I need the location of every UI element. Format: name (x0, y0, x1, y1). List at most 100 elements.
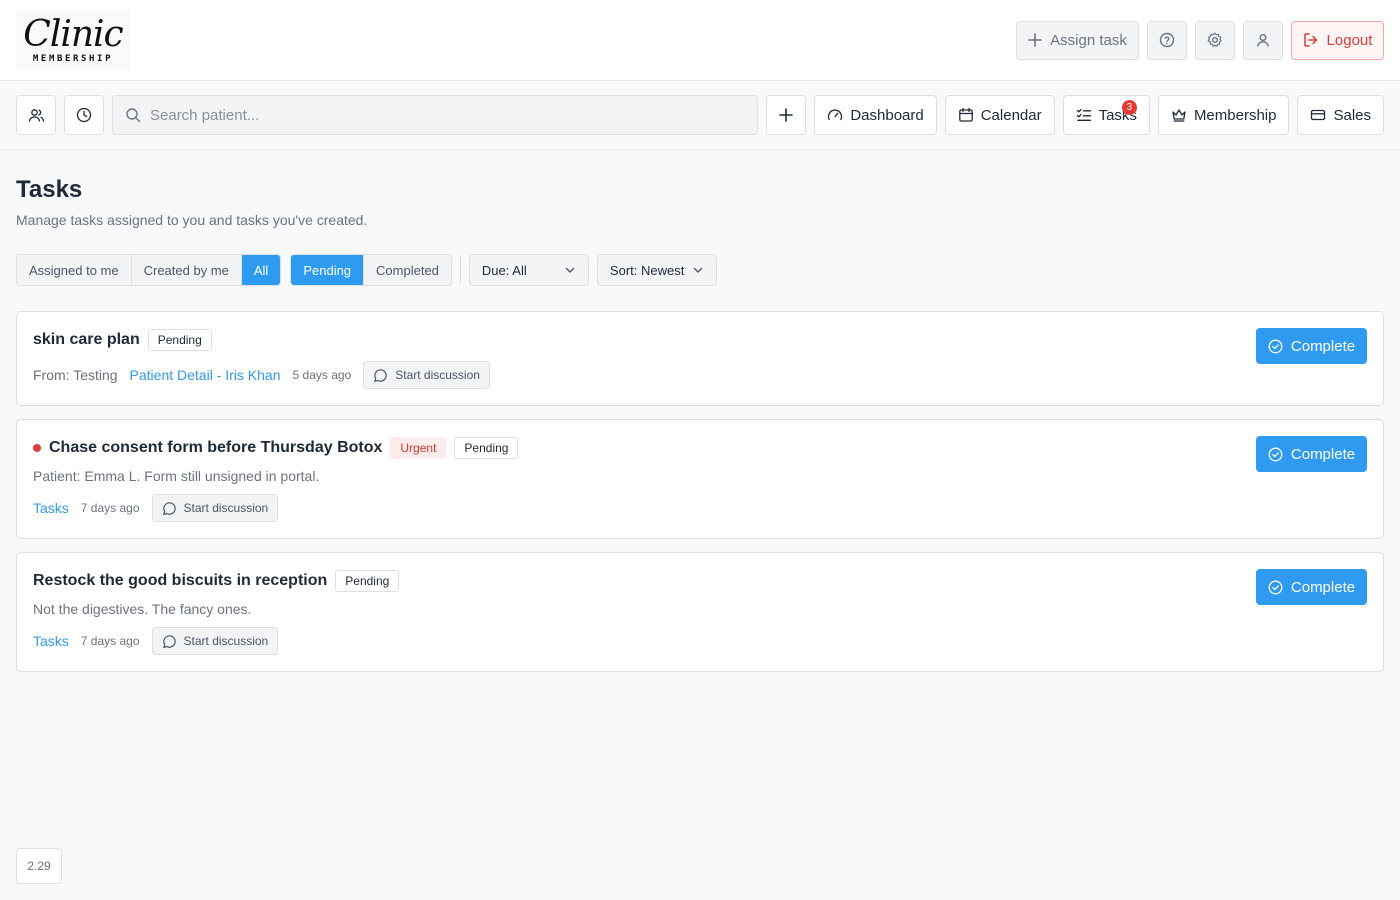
nav-sales-label: Sales (1333, 106, 1371, 124)
filter-completed[interactable]: Completed (364, 255, 451, 285)
task-meta: From: Testing Patient Detail - Iris Khan… (33, 361, 1367, 389)
urgent-dot (33, 444, 41, 452)
task-meta: Tasks 7 days ago Start discussion (33, 627, 1367, 655)
task-from: From: Testing (33, 367, 118, 383)
task-card: Chase consent form before Thursday Botox… (16, 419, 1384, 539)
main-toolbar: Dashboard Calendar Tasks 3 Membership Sa… (0, 81, 1400, 150)
check-circle-icon (1268, 339, 1283, 354)
task-list: skin care plan Pending From: Testing Pat… (16, 311, 1384, 672)
tasks-count-badge: 3 (1121, 100, 1137, 115)
check-circle-icon (1268, 580, 1283, 595)
chevron-down-icon (692, 264, 704, 276)
status-badge: Pending (335, 570, 400, 592)
nav-calendar-label: Calendar (980, 106, 1042, 124)
page-title: Tasks (16, 176, 83, 203)
add-button[interactable] (766, 95, 807, 135)
history-button[interactable] (64, 95, 104, 135)
task-title-row: skin care plan Pending (33, 329, 1367, 351)
logout-icon (1303, 32, 1319, 48)
clinic-logo[interactable]: Clinic MEMBERSHIP (16, 9, 130, 71)
nav-dashboard[interactable]: Dashboard (814, 95, 937, 135)
patients-button[interactable] (16, 95, 56, 135)
nav-calendar[interactable]: Calendar (944, 95, 1055, 135)
start-discussion-label: Start discussion (395, 368, 480, 382)
task-source-link[interactable]: Tasks (33, 500, 69, 516)
scope-filter: Assigned to me Created by me All (16, 254, 282, 286)
task-source-link[interactable]: Tasks (33, 633, 69, 649)
complete-label: Complete (1290, 445, 1356, 463)
sort-dropdown-label: Sort: Newest (609, 262, 685, 278)
start-discussion-button[interactable]: Start discussion (151, 627, 279, 655)
settings-button[interactable] (1195, 20, 1235, 60)
due-dropdown-label: Due: All (481, 262, 527, 278)
sort-dropdown[interactable]: Sort: Newest (596, 254, 717, 286)
filter-pending[interactable]: Pending (291, 255, 365, 285)
credit-card-icon (1310, 107, 1326, 123)
logo-subtitle: MEMBERSHIP (32, 54, 114, 64)
calendar-icon (958, 107, 974, 123)
help-button[interactable] (1147, 20, 1187, 60)
task-age: 7 days ago (80, 634, 140, 648)
start-discussion-label: Start discussion (183, 634, 269, 648)
task-filters: Assigned to me Created by me All Pending… (16, 254, 1384, 286)
task-meta: Tasks 7 days ago Start discussion (33, 494, 1367, 522)
status-badge: Pending (147, 329, 212, 351)
user-icon (1255, 32, 1271, 48)
complete-button[interactable]: Complete (1256, 436, 1367, 472)
assign-task-button[interactable]: Assign task (1016, 20, 1139, 60)
patient-search[interactable] (112, 95, 759, 135)
complete-label: Complete (1290, 337, 1356, 355)
task-title-row: Restock the good biscuits in reception P… (33, 570, 1367, 592)
plus-icon (779, 108, 794, 122)
check-circle-icon (1268, 447, 1283, 462)
help-icon (1159, 32, 1175, 48)
nav-membership[interactable]: Membership (1157, 95, 1290, 135)
start-discussion-button[interactable]: Start discussion (151, 494, 279, 522)
task-description: Patient: Emma L. Form still unsigned in … (33, 468, 320, 484)
nav-membership-label: Membership (1193, 106, 1277, 124)
nav-sales[interactable]: Sales (1297, 95, 1384, 135)
plus-icon (1028, 33, 1042, 47)
assign-task-label: Assign task (1050, 31, 1127, 49)
task-title: skin care plan (33, 331, 140, 348)
task-title: Chase consent form before Thursday Botox (49, 439, 383, 456)
task-age: 7 days ago (80, 501, 140, 515)
logout-button[interactable]: Logout (1291, 20, 1384, 60)
chevron-down-icon (564, 264, 576, 276)
task-description: Not the digestives. The fancy ones. (33, 601, 252, 617)
message-circle-icon (162, 501, 177, 516)
complete-button[interactable]: Complete (1256, 328, 1367, 364)
search-input[interactable] (150, 106, 746, 124)
task-title-row: Chase consent form before Thursday Botox… (33, 437, 1367, 459)
complete-button[interactable]: Complete (1256, 569, 1367, 605)
message-circle-icon (162, 634, 177, 649)
nav-tasks[interactable]: Tasks 3 (1062, 95, 1150, 135)
start-discussion-button[interactable]: Start discussion (363, 361, 490, 389)
version-badge: 2.29 (16, 848, 62, 884)
status-badge: Pending (454, 437, 519, 459)
logo-script: Clinic (23, 14, 123, 55)
users-icon (28, 107, 45, 124)
crown-icon (1171, 107, 1187, 123)
profile-button[interactable] (1243, 20, 1283, 60)
list-check-icon (1076, 107, 1092, 123)
header-actions: Assign task Logout (1016, 20, 1384, 60)
task-age: 5 days ago (292, 368, 352, 382)
main-content: Tasks Manage tasks assigned to you and t… (0, 150, 1400, 672)
task-source-link[interactable]: Patient Detail - Iris Khan (130, 367, 281, 383)
clock-icon (76, 107, 92, 123)
filter-all[interactable]: All (241, 255, 281, 285)
gauge-icon (827, 107, 843, 123)
start-discussion-label: Start discussion (183, 501, 269, 515)
filter-assigned-to-me[interactable]: Assigned to me (17, 255, 132, 285)
nav-dashboard-label: Dashboard (850, 106, 924, 124)
gear-icon (1207, 32, 1223, 48)
filter-created-by-me[interactable]: Created by me (132, 255, 242, 285)
filter-divider (459, 256, 461, 284)
due-dropdown[interactable]: Due: All (468, 254, 589, 286)
page-subtitle: Manage tasks assigned to you and tasks y… (16, 212, 368, 228)
task-title: Restock the good biscuits in reception (33, 572, 328, 589)
logout-label: Logout (1326, 31, 1373, 49)
task-card: Restock the good biscuits in reception P… (16, 552, 1384, 672)
app-header: Clinic MEMBERSHIP Assign task Logout (0, 0, 1400, 81)
